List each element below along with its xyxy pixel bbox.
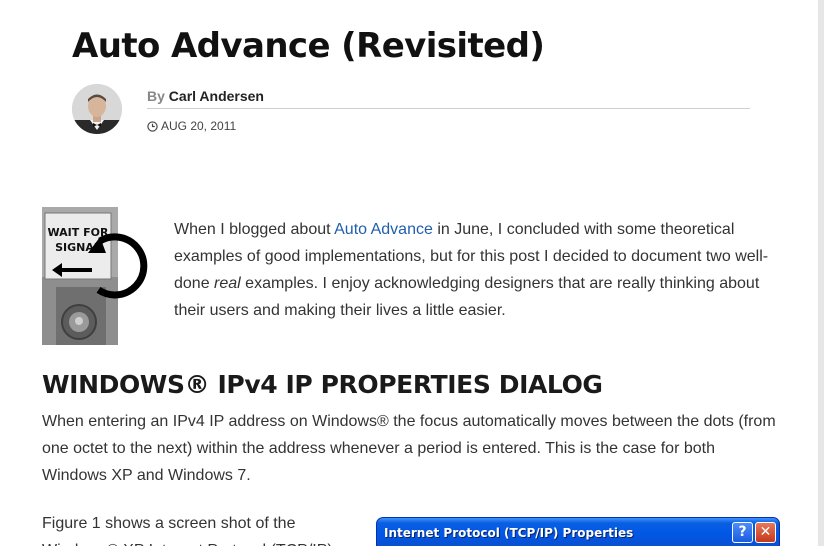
post-title: Auto Advance (Revisited): [72, 26, 545, 66]
author-avatar[interactable]: [72, 84, 122, 134]
figure-description: Figure 1 shows a screen shot of the Wind…: [42, 515, 333, 546]
help-button[interactable]: ?: [732, 522, 753, 543]
post-date: AUG 20, 2011: [147, 119, 236, 133]
post-date-text: AUG 20, 2011: [161, 119, 237, 133]
byline: By Carl Andersen: [147, 88, 750, 109]
auto-advance-link[interactable]: Auto Advance: [334, 221, 433, 238]
sign-line-1: WAIT FOR: [48, 226, 109, 239]
clock-icon: [147, 120, 158, 132]
intro-paragraph: When I blogged about Auto Advance in Jun…: [174, 221, 769, 319]
article-page: Auto Advance (Revisited) By Carl Anderse…: [0, 0, 818, 546]
tcpip-properties-dialog: Internet Protocol (TCP/IP) Properties ? …: [376, 517, 780, 546]
wait-for-signal-image: WAIT FOR SIGNAL: [42, 207, 148, 345]
section-heading: WINDOWS® IPv4 IP PROPERTIES DIALOG: [42, 370, 603, 399]
page-scrollbar[interactable]: [818, 0, 824, 546]
close-button[interactable]: ✕: [755, 522, 776, 543]
avatar-image: [72, 84, 122, 134]
dialog-title: Internet Protocol (TCP/IP) Properties: [384, 526, 634, 540]
byline-prefix: By: [147, 88, 165, 104]
section-paragraph: When entering an IPv4 IP address on Wind…: [42, 413, 776, 484]
author-link[interactable]: Carl Andersen: [169, 88, 264, 104]
